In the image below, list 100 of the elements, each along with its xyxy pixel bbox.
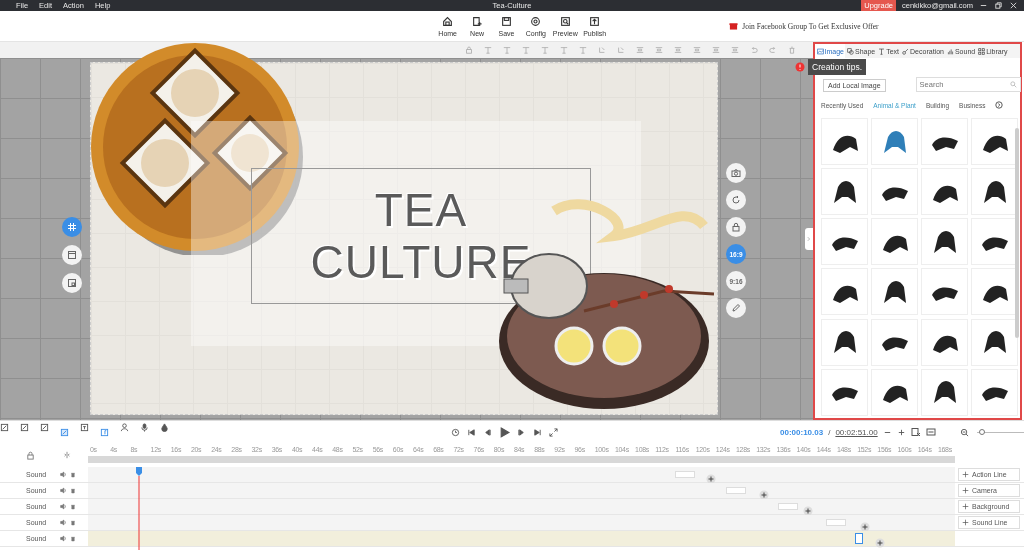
- trash-icon[interactable]: [70, 535, 77, 542]
- split-icon[interactable]: [63, 451, 71, 459]
- plus-icon: [962, 503, 969, 510]
- canvas-tool-button[interactable]: [62, 273, 82, 293]
- clipart-thumbnail[interactable]: [971, 168, 1018, 216]
- restore-icon[interactable]: [994, 1, 1003, 10]
- speaker-icon[interactable]: [60, 487, 68, 494]
- canvas-tool-button[interactable]: [62, 217, 82, 237]
- publish-icon: [589, 15, 601, 27]
- scroll-right-icon[interactable]: [995, 101, 1004, 109]
- drop-icon[interactable]: [160, 423, 169, 432]
- canvas-tool-button[interactable]: [726, 298, 746, 318]
- search-icon: [1009, 81, 1017, 88]
- clipart-thumbnail[interactable]: [921, 318, 968, 366]
- trash-icon[interactable]: [70, 503, 77, 510]
- save-icon: [500, 15, 512, 27]
- play-icon[interactable]: [499, 426, 510, 438]
- lock-icon[interactable]: [26, 450, 35, 460]
- add-icon[interactable]: [860, 522, 870, 532]
- microphone-icon[interactable]: [140, 423, 149, 432]
- camera-icon: [731, 168, 741, 178]
- clipart-thumbnail[interactable]: [871, 168, 918, 216]
- clipart-thumbnail[interactable]: [871, 118, 918, 165]
- skip-end-icon[interactable]: [533, 427, 542, 437]
- clipart-thumbnail[interactable]: [971, 318, 1018, 366]
- speaker-icon[interactable]: [60, 471, 68, 478]
- add-icon[interactable]: [875, 538, 885, 548]
- history-icon[interactable]: [451, 427, 460, 437]
- clipart-thumbnail[interactable]: [971, 218, 1018, 266]
- clipart-thumbnail[interactable]: [921, 368, 968, 416]
- zoom-slider-thumb[interactable]: [978, 428, 985, 435]
- track-lane[interactable]: [88, 467, 955, 482]
- clipart-thumbnail[interactable]: [871, 218, 918, 266]
- trash-icon[interactable]: [70, 471, 77, 478]
- clipart-thumbnail[interactable]: [921, 218, 968, 266]
- clipart-thumbnail[interactable]: [921, 168, 968, 216]
- step-back-icon[interactable]: [483, 427, 492, 437]
- clip-marker[interactable]: [855, 533, 863, 544]
- canvas-tool-button[interactable]: [62, 245, 82, 265]
- tooltip: Creation tips.: [808, 59, 867, 75]
- time-separator: /: [828, 427, 831, 437]
- panel-toggle[interactable]: [805, 228, 813, 250]
- plus-icon: [962, 487, 969, 494]
- plus-icon: [962, 519, 969, 526]
- fullscreen-icon[interactable]: [549, 427, 558, 437]
- playhead[interactable]: [136, 467, 142, 550]
- fit-icon[interactable]: [910, 427, 921, 437]
- zoom-out-icon[interactable]: [959, 427, 969, 437]
- clipart-thumbnail[interactable]: [871, 268, 918, 316]
- skip-start-icon[interactable]: [467, 427, 476, 437]
- preview-icon: [559, 15, 571, 27]
- text-box-icon[interactable]: [80, 423, 89, 432]
- library-icon: [978, 47, 986, 55]
- clipart-thumbnail[interactable]: [871, 318, 918, 366]
- canvas-tool-button[interactable]: [726, 217, 746, 237]
- expand-icon[interactable]: [925, 427, 936, 437]
- clipart-thumbnail[interactable]: [971, 118, 1018, 165]
- add-icon[interactable]: [706, 474, 716, 484]
- clipart-thumbnail[interactable]: [921, 268, 968, 316]
- chevron-icon: [806, 235, 812, 243]
- clipart-thumbnail[interactable]: [971, 368, 1018, 416]
- track-lane[interactable]: [88, 499, 955, 514]
- clipart-thumbnail[interactable]: [821, 218, 868, 266]
- music-file-icon[interactable]: [100, 428, 109, 437]
- clipart-thumbnail[interactable]: [971, 268, 1018, 316]
- add-icon[interactable]: [759, 490, 769, 500]
- add-icon[interactable]: [803, 506, 813, 516]
- speaker-icon[interactable]: [60, 535, 68, 542]
- close-icon[interactable]: [1009, 1, 1018, 10]
- step-forward-icon[interactable]: [517, 427, 526, 437]
- speaker-icon[interactable]: [60, 519, 68, 526]
- template-icon: [67, 278, 77, 288]
- trash-icon[interactable]: [70, 487, 77, 494]
- track-lane[interactable]: [88, 515, 955, 530]
- layout-icon: [67, 250, 77, 260]
- total-time[interactable]: 00:02:51.00: [835, 427, 878, 437]
- plus-icon[interactable]: [896, 427, 906, 437]
- person-icon[interactable]: [120, 423, 129, 432]
- gift-icon: [729, 20, 739, 30]
- clipart-thumbnail[interactable]: [871, 368, 918, 416]
- text-icon: [878, 47, 886, 55]
- clipart-thumbnail[interactable]: [821, 118, 868, 165]
- slide-title: TEA: [374, 184, 468, 236]
- canvas-tool-button[interactable]: [726, 190, 746, 210]
- clipart-thumbnail[interactable]: [821, 318, 868, 366]
- clipart-thumbnail[interactable]: [921, 118, 968, 165]
- clipart-thumbnail[interactable]: [821, 368, 868, 416]
- trash-icon[interactable]: [70, 519, 77, 526]
- current-time: 00:00:10.03: [780, 427, 824, 437]
- grid-icon: [67, 222, 77, 232]
- track-lane[interactable]: [88, 483, 955, 498]
- speaker-icon[interactable]: [60, 503, 68, 510]
- alert-icon: [795, 62, 805, 72]
- clipart-thumbnail[interactable]: [821, 168, 868, 216]
- clipart-thumbnail[interactable]: [821, 268, 868, 316]
- shapes-icon: [846, 47, 854, 55]
- track-lane[interactable]: [88, 531, 955, 546]
- settings-icon: [530, 15, 542, 27]
- new-file-icon: [471, 15, 483, 27]
- canvas-tool-button[interactable]: [726, 163, 746, 183]
